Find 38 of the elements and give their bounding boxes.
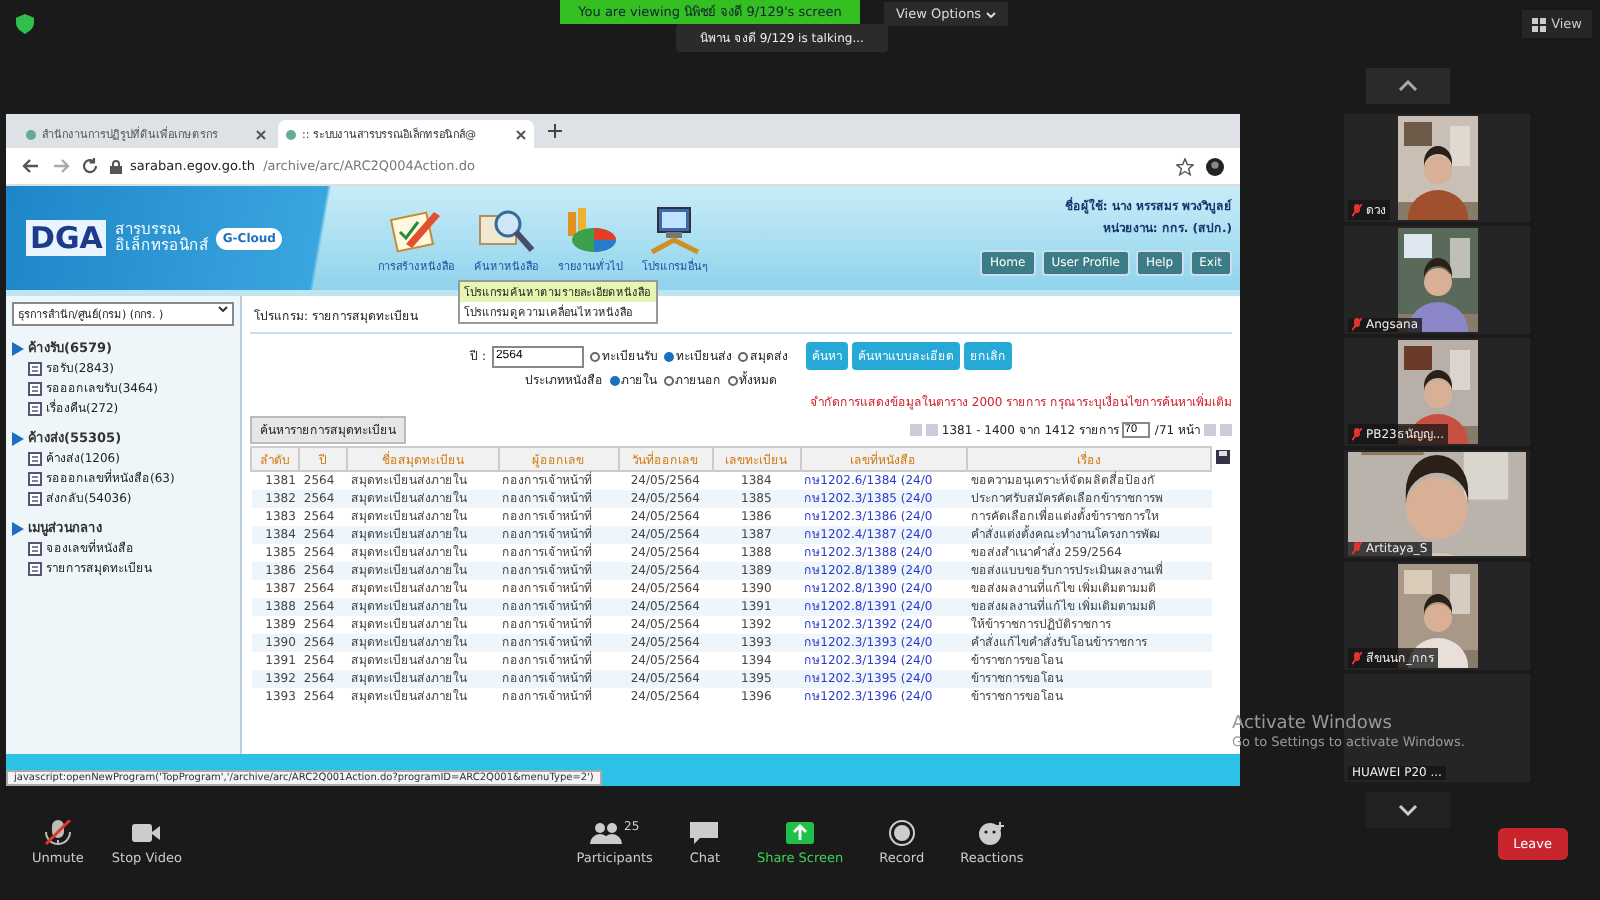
smiley-icon <box>975 820 1008 846</box>
reload-icon[interactable] <box>82 158 98 174</box>
share-screen-icon <box>784 820 817 846</box>
scroll-up-button[interactable] <box>1366 68 1450 104</box>
triangle-icon <box>12 431 24 445</box>
caret-icon <box>218 306 228 312</box>
camera-icon <box>130 820 163 846</box>
favicon-icon <box>286 129 296 139</box>
document-icon <box>28 541 42 555</box>
shield-icon <box>16 14 34 34</box>
computer-icon <box>645 203 705 255</box>
save-icon[interactable] <box>1216 450 1230 464</box>
chevron-down-icon <box>1398 804 1418 816</box>
close-icon[interactable] <box>516 129 526 139</box>
triangle-icon <box>12 521 24 535</box>
grid-icon <box>1531 17 1546 31</box>
avatar-icon[interactable] <box>1206 157 1224 175</box>
triangle-icon <box>12 341 24 355</box>
close-icon[interactable] <box>256 129 266 139</box>
lock-icon <box>110 159 122 173</box>
new-tab-icon[interactable] <box>548 124 562 138</box>
document-icon <box>28 361 42 375</box>
star-icon[interactable] <box>1176 157 1194 175</box>
document-icon <box>28 381 42 395</box>
favicon-icon <box>26 129 36 139</box>
record-icon <box>885 820 918 846</box>
document-icon <box>28 561 42 575</box>
document-icon <box>28 491 42 505</box>
people-icon <box>590 820 623 846</box>
caret-icon <box>985 12 996 18</box>
back-icon[interactable] <box>22 158 40 174</box>
chevron-up-icon <box>1398 80 1418 92</box>
document-icon <box>28 471 42 485</box>
document-icon <box>28 451 42 465</box>
muted-microphone-icon <box>41 820 74 846</box>
scroll-down-button[interactable] <box>1366 792 1450 828</box>
chat-icon <box>688 820 721 846</box>
document-icon <box>28 401 42 415</box>
